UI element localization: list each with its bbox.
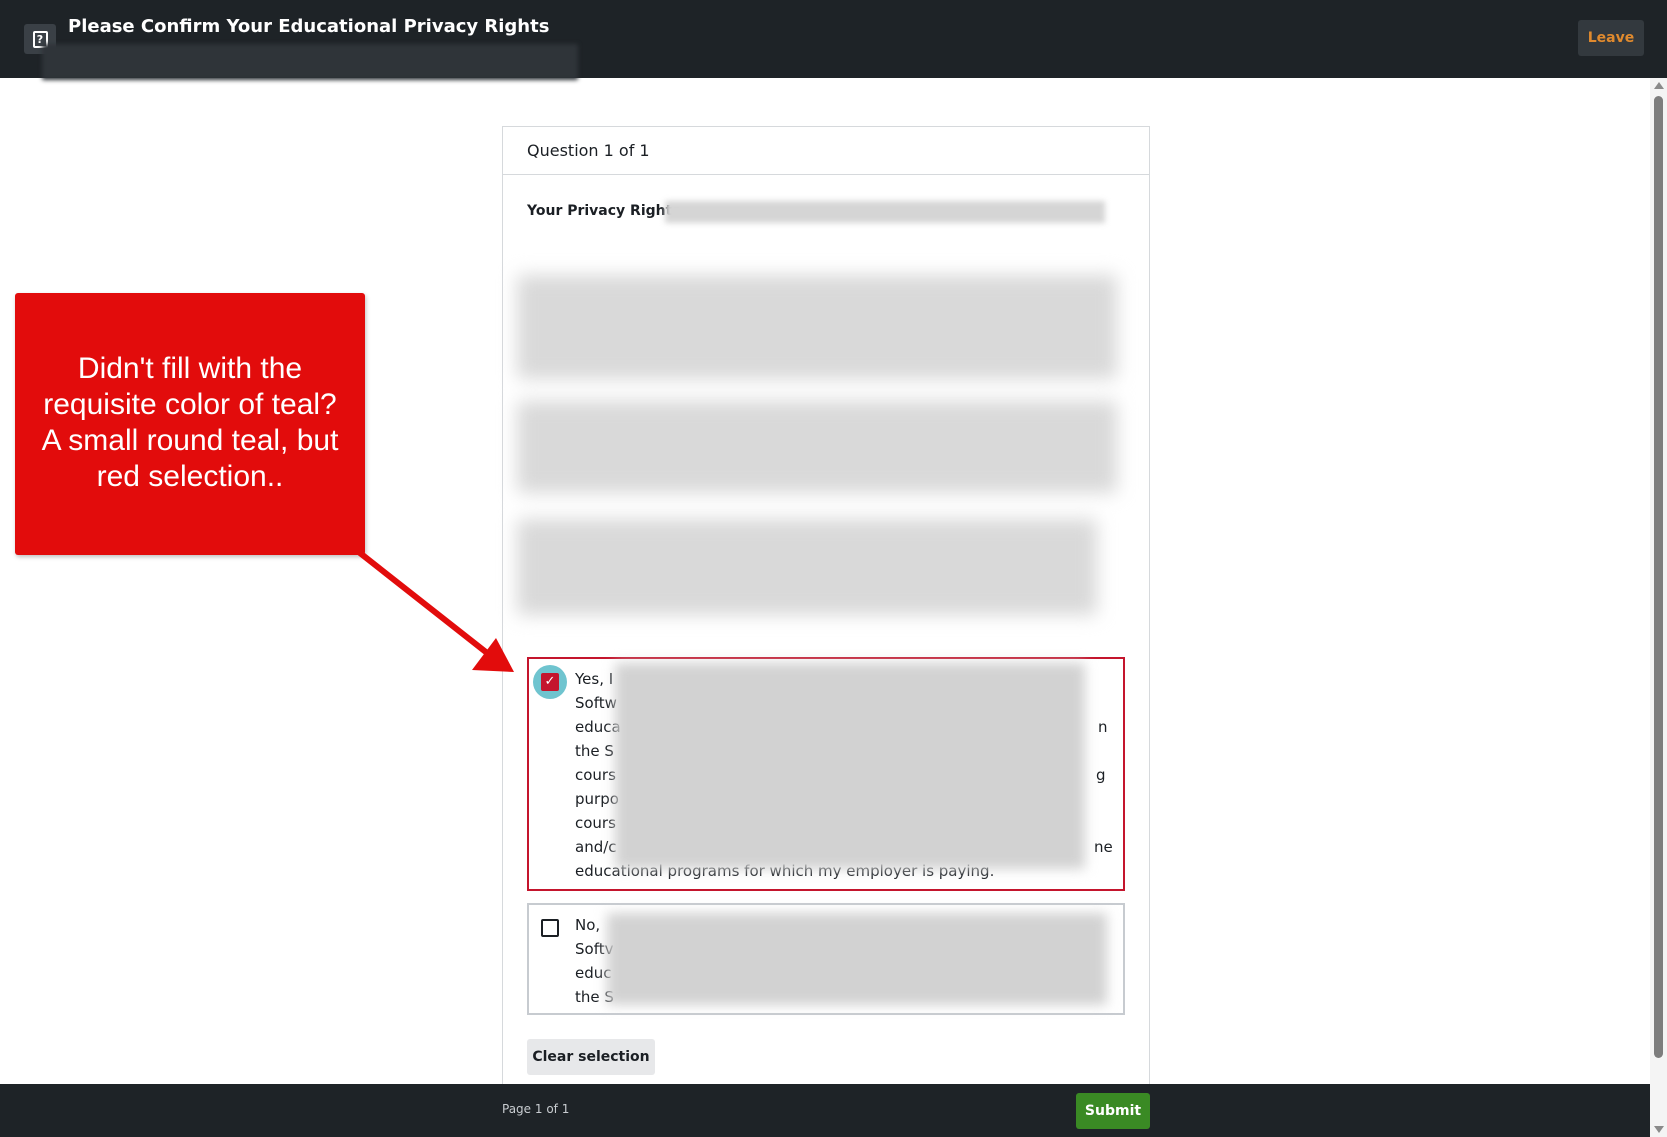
clear-selection-button[interactable]: Clear selection <box>527 1039 655 1075</box>
submit-button[interactable]: Submit <box>1076 1093 1150 1129</box>
option-yes-text-fragment: n <box>1098 718 1108 736</box>
scroll-thumb[interactable] <box>1654 96 1663 1058</box>
question-header: Question 1 of 1 <box>503 127 1149 175</box>
page-title: Please Confirm Your Educational Privacy … <box>68 16 550 37</box>
selected-checkbox-highlight[interactable]: ✓ <box>533 665 567 699</box>
redacted-option-text <box>607 913 1107 1005</box>
option-yes-text-fragment: ne <box>1094 838 1113 856</box>
privacy-rights-heading: Your Privacy Rights <box>527 203 681 219</box>
leave-button[interactable]: Leave <box>1578 20 1644 56</box>
page-indicator: Page 1 of 1 <box>502 1102 570 1116</box>
redacted-heading-text <box>665 201 1105 223</box>
annotation-callout: Didn't fill with the requisite color of … <box>15 293 365 555</box>
scroll-down-arrow-icon[interactable] <box>1654 1126 1664 1133</box>
unchecked-checkbox[interactable] <box>541 919 559 937</box>
bottom-bar: Page 1 of 1 Submit <box>0 1084 1650 1137</box>
answer-option-yes[interactable]: ✓ Yes, I Softw educa the S cours purpo c… <box>527 657 1125 891</box>
redacted-paragraph <box>517 275 1117 379</box>
vertical-scrollbar[interactable] <box>1650 78 1667 1137</box>
question-card: Question 1 of 1 Your Privacy Rights ✓ Ye… <box>502 126 1150 1086</box>
annotation-text: Didn't fill with the requisite color of … <box>41 352 339 493</box>
question-counter: Question 1 of 1 <box>527 141 650 160</box>
option-yes-text-fragment: g <box>1096 766 1106 784</box>
redacted-paragraph <box>517 401 1117 493</box>
checkmark-icon: ✓ <box>541 673 559 691</box>
redacted-option-text <box>615 663 1085 869</box>
answer-option-no[interactable]: No, Softv educ the S <box>527 903 1125 1015</box>
top-bar: ? Please Confirm Your Educational Privac… <box>0 0 1667 80</box>
redacted-paragraph <box>517 519 1097 615</box>
redacted-subtitle <box>42 44 578 80</box>
scroll-up-arrow-icon[interactable] <box>1654 82 1664 89</box>
